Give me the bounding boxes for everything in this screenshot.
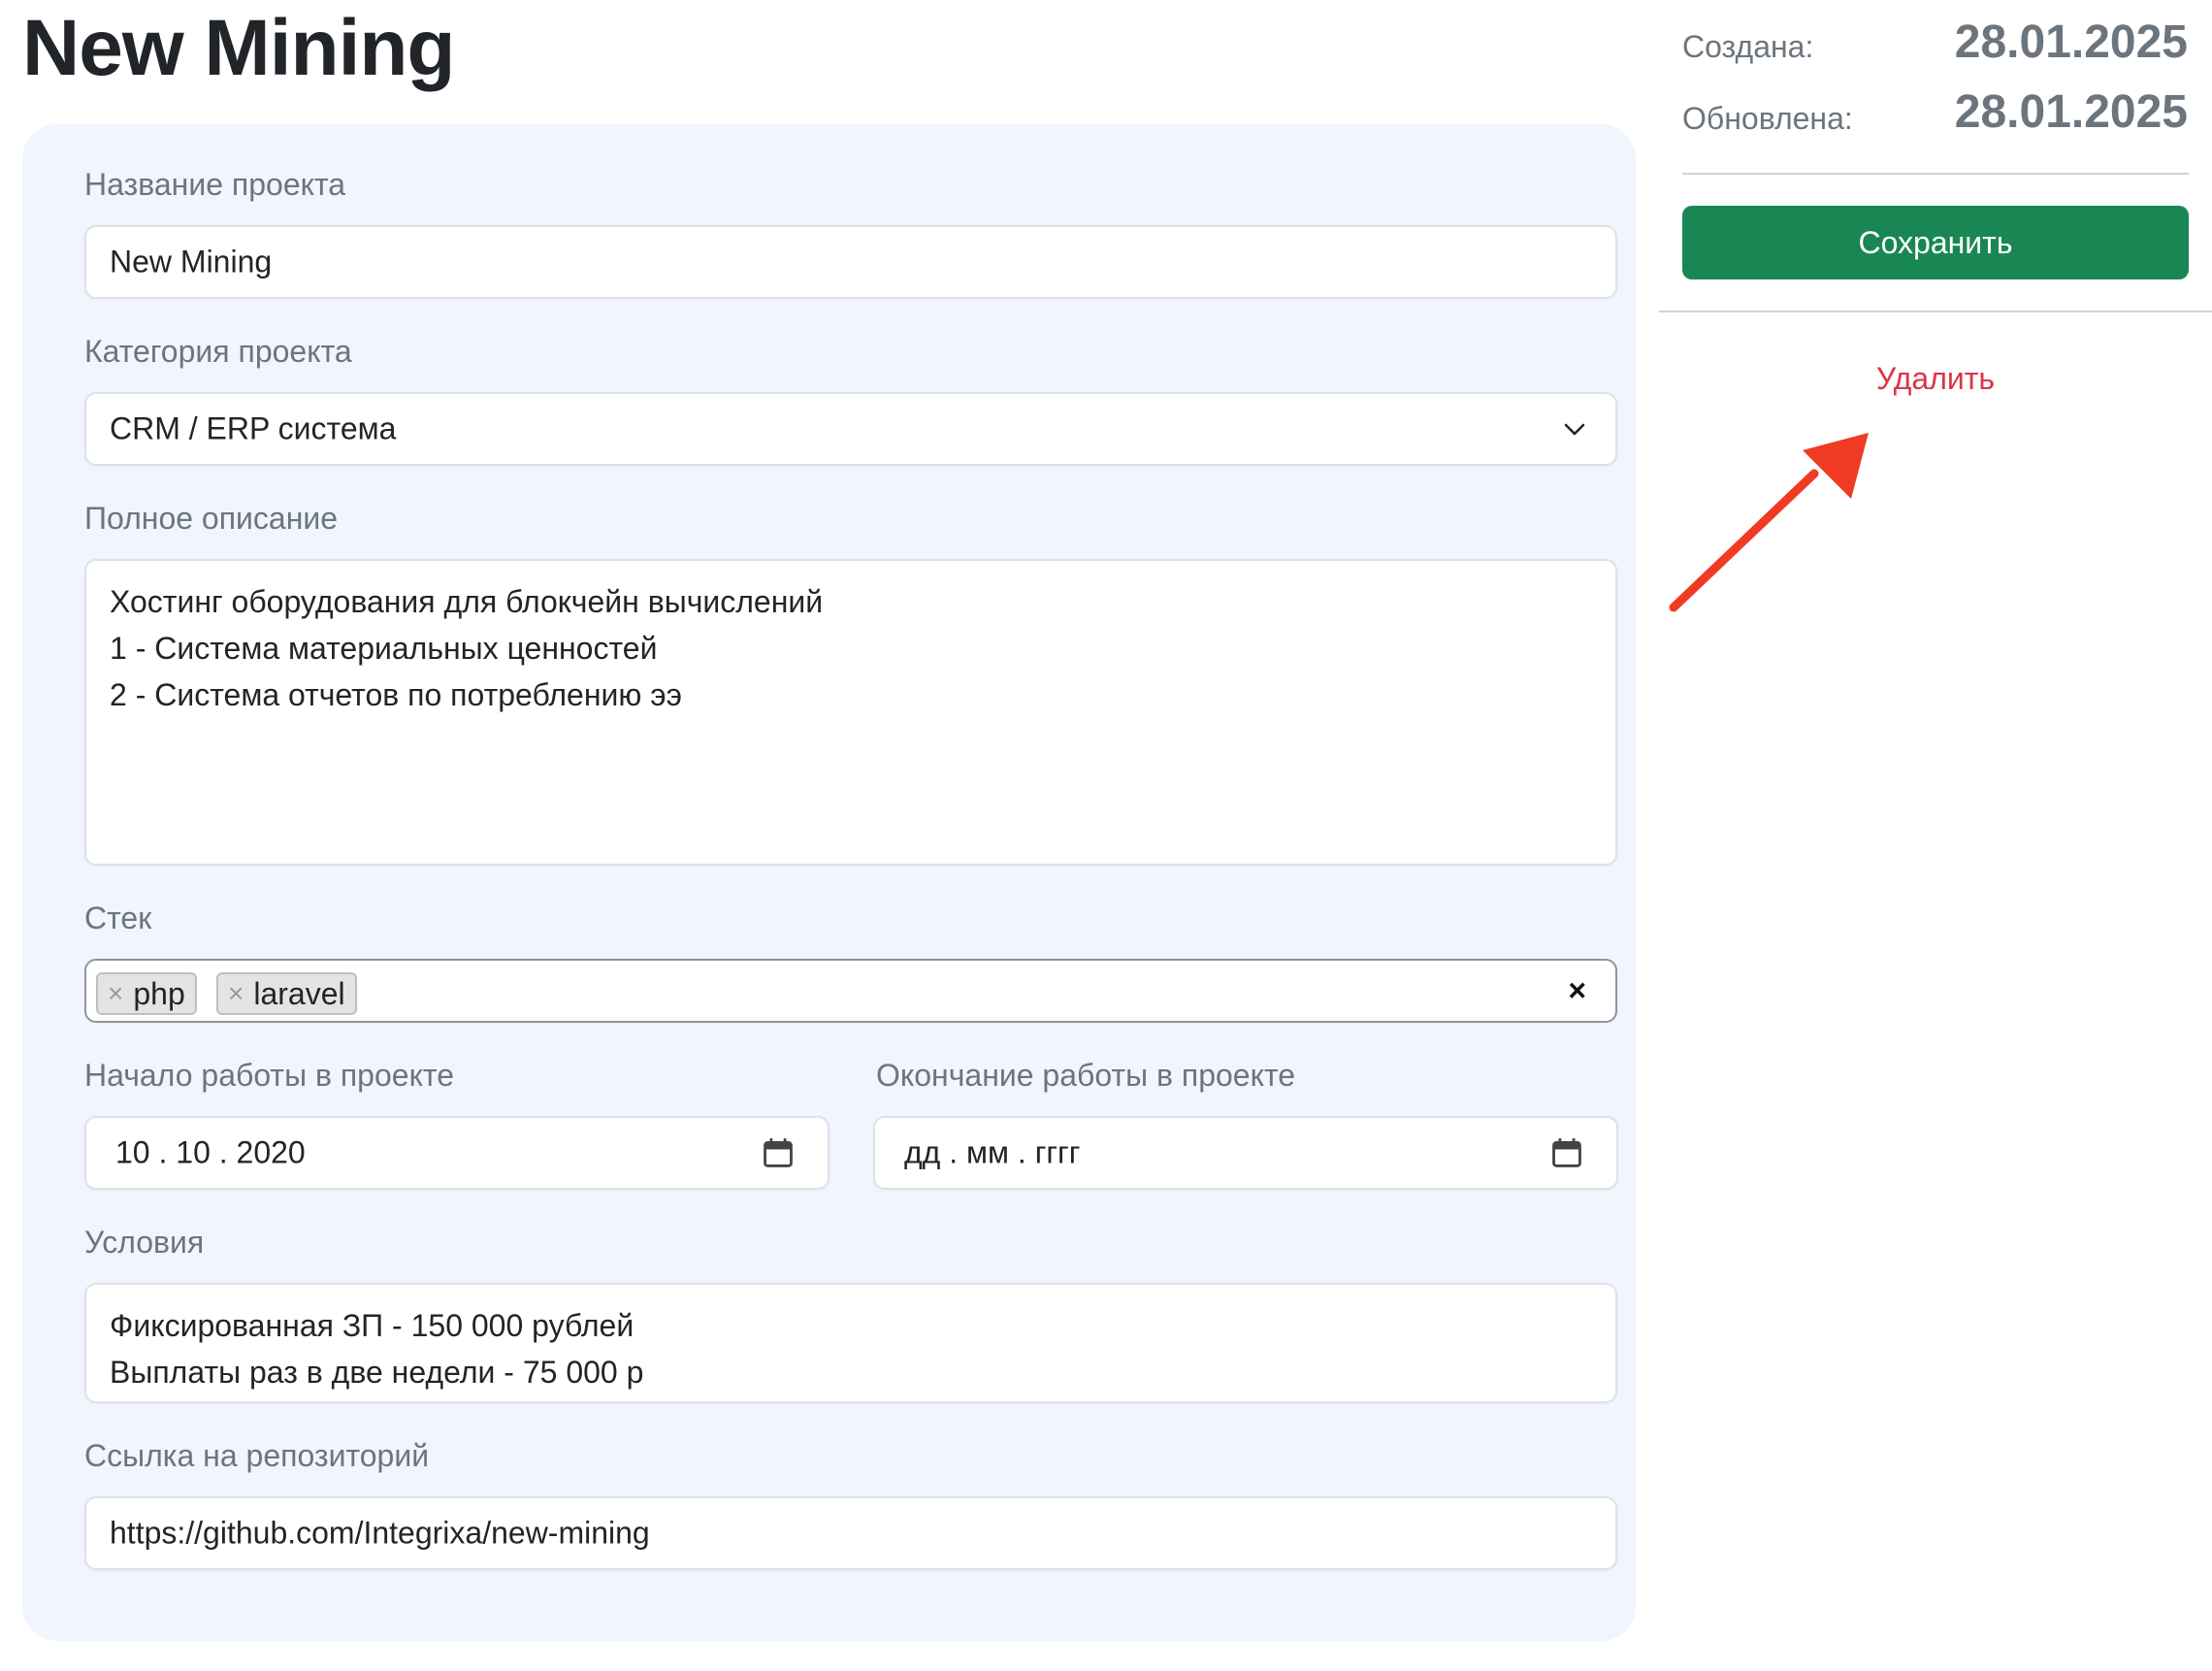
- conditions-line: Фиксированная ЗП - 150 000 рублей: [110, 1308, 634, 1343]
- stack-tag-label: laravel: [253, 976, 345, 1011]
- updated-date: 28.01.2025: [1954, 86, 2188, 138]
- repository-label: Ссылка на репозиторий: [84, 1438, 430, 1473]
- repository-value: https://github.com/Integrixa/new-mining: [110, 1515, 650, 1551]
- description-line: 2 - Система отчетов по потреблению ээ: [110, 677, 682, 712]
- stack-tag-label: php: [133, 976, 185, 1011]
- stack-tag-laravel: × laravel: [216, 972, 357, 1015]
- stack-label: Стек: [84, 901, 152, 935]
- project-name-label: Название проекта: [84, 167, 346, 202]
- save-button[interactable]: Сохранить: [1682, 206, 2189, 279]
- created-label: Создана:: [1682, 29, 1814, 64]
- project-category-value: CRM / ERP система: [110, 410, 397, 446]
- description-line: 1 - Система материальных ценностей: [110, 631, 658, 666]
- divider: [1682, 173, 2189, 175]
- conditions-textarea[interactable]: Фиксированная ЗП - 150 000 рублей Выплаты…: [84, 1283, 1617, 1403]
- conditions-text: Фиксированная ЗП - 150 000 рублей Выплаты…: [110, 1302, 643, 1395]
- conditions-label: Условия: [84, 1225, 205, 1260]
- clear-icon[interactable]: ×: [1568, 973, 1586, 1009]
- project-form-card: Название проекта New Mining Категория пр…: [22, 124, 1636, 1641]
- remove-tag-icon[interactable]: ×: [228, 974, 244, 1013]
- created-date: 28.01.2025: [1954, 16, 2188, 68]
- page-title: New Mining: [22, 4, 456, 92]
- end-date-label: Окончание работы в проекте: [876, 1058, 1296, 1093]
- start-date-value: 10 . 10 . 2020: [115, 1134, 306, 1170]
- project-category-label: Категория проекта: [84, 334, 352, 369]
- project-name-value: New Mining: [110, 244, 273, 279]
- project-name-input[interactable]: New Mining: [84, 225, 1617, 299]
- calendar-icon[interactable]: [1550, 1136, 1583, 1169]
- start-date-input[interactable]: 10 . 10 . 2020: [84, 1116, 830, 1190]
- description-label: Полное описание: [84, 501, 339, 536]
- description-text: Хостинг оборудования для блокчейн вычисл…: [110, 578, 823, 718]
- calendar-icon[interactable]: [762, 1136, 795, 1169]
- project-category-select[interactable]: CRM / ERP система: [84, 392, 1617, 466]
- chevron-down-icon: [1564, 423, 1585, 436]
- end-date-placeholder: дд . мм . гггг: [904, 1134, 1081, 1170]
- end-date-input[interactable]: дд . мм . гггг: [873, 1116, 1618, 1190]
- repository-input[interactable]: https://github.com/Integrixa/new-mining: [84, 1496, 1617, 1570]
- stack-multiselect[interactable]: × php × laravel ×: [84, 959, 1617, 1023]
- remove-tag-icon[interactable]: ×: [108, 974, 123, 1013]
- start-date-label: Начало работы в проекте: [84, 1058, 455, 1093]
- divider: [1659, 311, 2212, 312]
- delete-link[interactable]: Удалить: [1682, 361, 2189, 397]
- conditions-line: Выплаты раз в две недели - 75 000 р: [110, 1355, 644, 1390]
- description-line: Хостинг оборудования для блокчейн вычисл…: [110, 584, 824, 619]
- description-textarea[interactable]: Хостинг оборудования для блокчейн вычисл…: [84, 559, 1617, 866]
- red-arrow-annotation: [1669, 433, 1869, 612]
- stack-tag-php: × php: [96, 972, 197, 1015]
- updated-label: Обновлена:: [1682, 101, 1853, 136]
